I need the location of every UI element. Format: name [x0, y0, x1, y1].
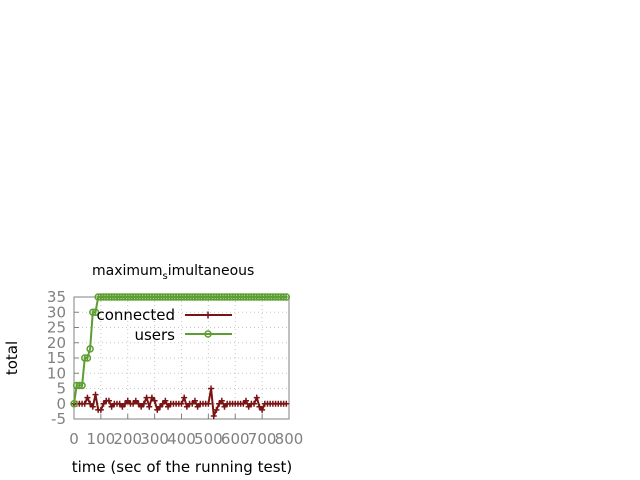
x-tick-label: 100 [87, 430, 116, 448]
data-point-connected [143, 394, 150, 401]
line-chart: maximumsimultaneous -5051015202530350 100… [3, 263, 303, 476]
data-point-connected [208, 385, 215, 392]
data-point-connected [92, 391, 99, 398]
chart-title-suffix: imultaneous [168, 263, 255, 279]
x-axis-title: time (sec of the running test) [72, 458, 293, 476]
data-point-connected [210, 412, 217, 419]
x-tick-label: 500 [194, 430, 223, 448]
data-point-connected [253, 394, 260, 401]
chart-title-main: maximum [92, 263, 163, 279]
x-tick-label: 200 [113, 430, 142, 448]
x-tick-label: 400 [167, 430, 196, 448]
x-tick-label: 0 [69, 430, 79, 448]
tick-labels: -5051015202530350 10020030040050060070080… [47, 288, 303, 448]
legend-label-connected: connected [96, 306, 175, 324]
x-tick-label: 800 [275, 430, 304, 448]
y-axis-title: total [3, 341, 21, 375]
chart-title: maximumsimultaneous [92, 263, 254, 282]
legend-label-users: users [134, 326, 175, 344]
x-tick-label: 300 [140, 430, 169, 448]
data-point-connected [146, 403, 153, 410]
y-tick-label: 35 [47, 288, 66, 306]
x-tick-label: 600 [221, 430, 250, 448]
data-point-connected [84, 394, 91, 401]
x-tick-label: 700 [248, 430, 277, 448]
data-point-connected [181, 394, 188, 401]
legend: connected users [96, 306, 232, 344]
series-connected [71, 385, 290, 420]
